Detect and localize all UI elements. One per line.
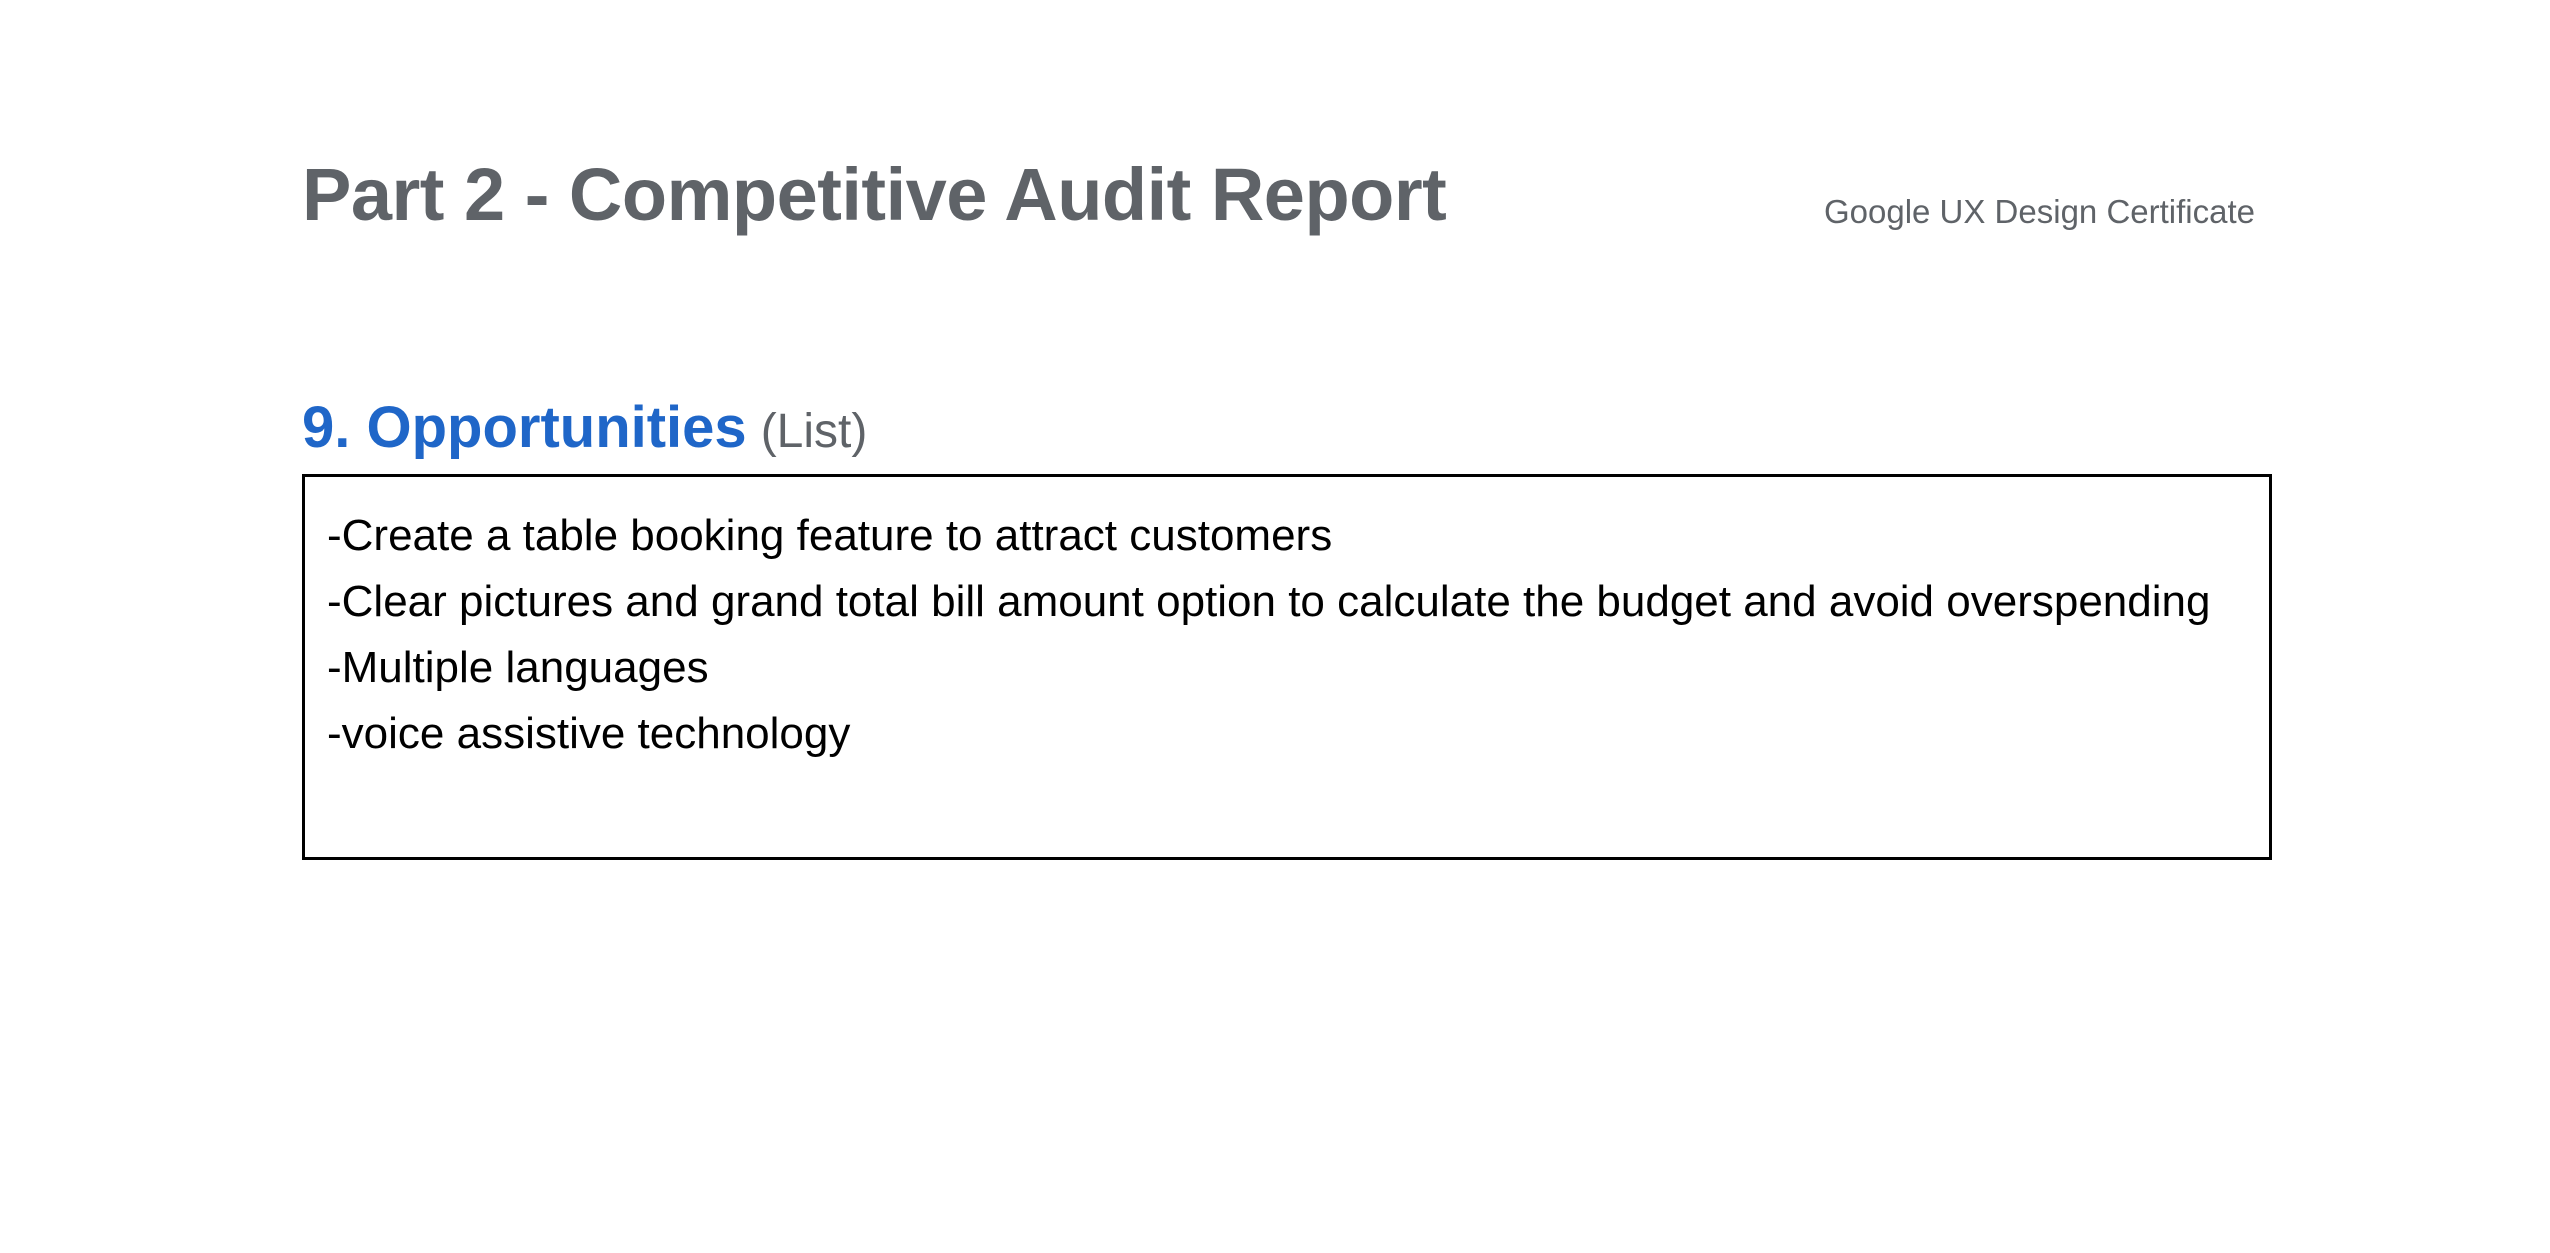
brand-label: Google UX Design Certificate (1823, 193, 2255, 230)
page-title: Part 2 - Competitive Audit Report (302, 153, 1447, 236)
section-heading: 9. Opportunities (List) (302, 392, 867, 476)
section-title: 9. Opportunities (302, 395, 747, 460)
list-item: -Clear pictures and grand total bill amo… (327, 577, 2211, 626)
list-item: -voice assistive technology (327, 709, 851, 758)
list-item: -Multiple languages (327, 643, 709, 692)
opportunities-list: -Create a table booking feature to attra… (305, 477, 2269, 767)
opportunities-box: -Create a table booking feature to attra… (302, 474, 2272, 860)
slide: Part 2 - Competitive Audit Report Google… (0, 0, 2550, 1253)
list-item: -Create a table booking feature to attra… (327, 511, 1333, 560)
section-subtitle: (List) (760, 405, 868, 458)
